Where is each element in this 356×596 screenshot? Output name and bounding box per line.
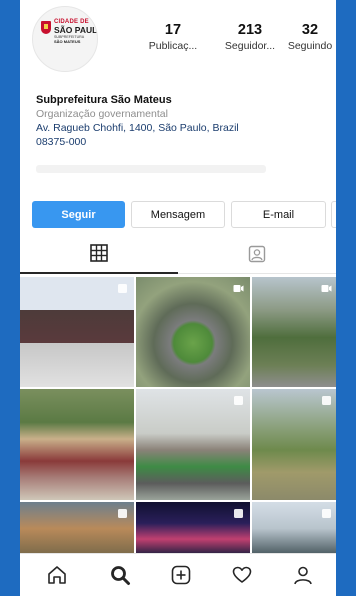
logo-line-2: SÃO PAULO (54, 25, 98, 35)
video-icon (233, 285, 244, 292)
profile-header: CIDADE DE SÃO PAULO SUBPREFEITURA SÃO MA… (20, 0, 336, 86)
profile-icon (294, 566, 312, 585)
post-thumbnail[interactable] (252, 389, 336, 500)
message-button[interactable]: Mensagem (131, 201, 225, 228)
sao-paulo-logo: CIDADE DE SÃO PAULO SUBPREFEITURA SÃO MA… (41, 19, 98, 49)
stat-followers[interactable]: 213 Seguidor... (216, 22, 284, 52)
background-right (336, 0, 356, 596)
search-icon (111, 566, 130, 585)
post-thumbnail[interactable] (20, 389, 134, 500)
multiple-photos-icon (118, 284, 127, 293)
email-button[interactable]: E-mail (231, 201, 326, 228)
profile-category: Organização governamental (36, 108, 168, 120)
multiple-photos-icon (118, 509, 127, 518)
post-thumbnail[interactable] (136, 277, 250, 387)
multiple-photos-icon (234, 396, 243, 405)
tab-tagged[interactable] (178, 234, 336, 274)
multiple-photos-icon (322, 396, 331, 405)
nav-activity[interactable] (229, 562, 255, 588)
post-thumbnail[interactable] (136, 389, 250, 500)
logo-line-4: SÃO MATEUS (54, 39, 81, 44)
instagram-profile-screen: CIDADE DE SÃO PAULO SUBPREFEITURA SÃO MA… (20, 0, 336, 596)
nav-home[interactable] (44, 562, 70, 588)
post-thumbnail[interactable] (136, 502, 250, 555)
nav-search[interactable] (107, 562, 133, 588)
following-count: 32 (301, 22, 319, 38)
activity-heart-icon (232, 566, 252, 583)
post-thumbnail[interactable] (252, 277, 336, 387)
address-postcode: 08375-000 (36, 136, 87, 148)
post-thumbnail[interactable] (252, 502, 336, 555)
posts-count: 17 (164, 22, 182, 38)
profile-bio: Subprefeitura São Mateus Organização gov… (36, 94, 326, 149)
grid-icon (90, 244, 108, 262)
posts-grid (20, 277, 336, 555)
bottom-navigation (20, 553, 336, 596)
post-thumbnail[interactable] (20, 277, 134, 387)
multiple-photos-icon (322, 509, 331, 518)
nav-profile[interactable] (290, 562, 316, 588)
stat-following[interactable]: 32 Seguindo (284, 22, 336, 52)
following-label: Seguindo (287, 40, 333, 52)
followers-label: Seguidor... (224, 40, 276, 52)
tagged-person-icon (248, 245, 266, 262)
followers-count: 213 (237, 22, 263, 38)
multiple-photos-icon (234, 509, 243, 518)
tab-grid[interactable] (20, 234, 178, 274)
stat-posts[interactable]: 17 Publicaç... (140, 22, 206, 52)
nav-new-post[interactable] (168, 562, 194, 588)
profile-address[interactable]: Av. Ragueb Chohfi, 1400, São Paulo, Braz… (36, 121, 326, 149)
posts-label: Publicaç... (148, 40, 198, 52)
video-icon (321, 285, 332, 292)
more-options-button[interactable]: ▾ (331, 201, 336, 228)
profile-name: Subprefeitura São Mateus (36, 94, 172, 106)
new-post-icon (171, 565, 191, 585)
follow-button[interactable]: Seguir (32, 201, 125, 228)
home-icon (48, 566, 66, 584)
post-thumbnail[interactable] (20, 502, 134, 555)
address-street: Av. Ragueb Chohfi, 1400, São Paulo, Braz… (36, 122, 239, 134)
background-left (0, 0, 20, 596)
blurred-text (36, 165, 266, 173)
profile-tabs (20, 234, 336, 274)
coat-of-arms-icon (41, 21, 51, 34)
profile-avatar[interactable]: CIDADE DE SÃO PAULO SUBPREFEITURA SÃO MA… (32, 6, 98, 72)
